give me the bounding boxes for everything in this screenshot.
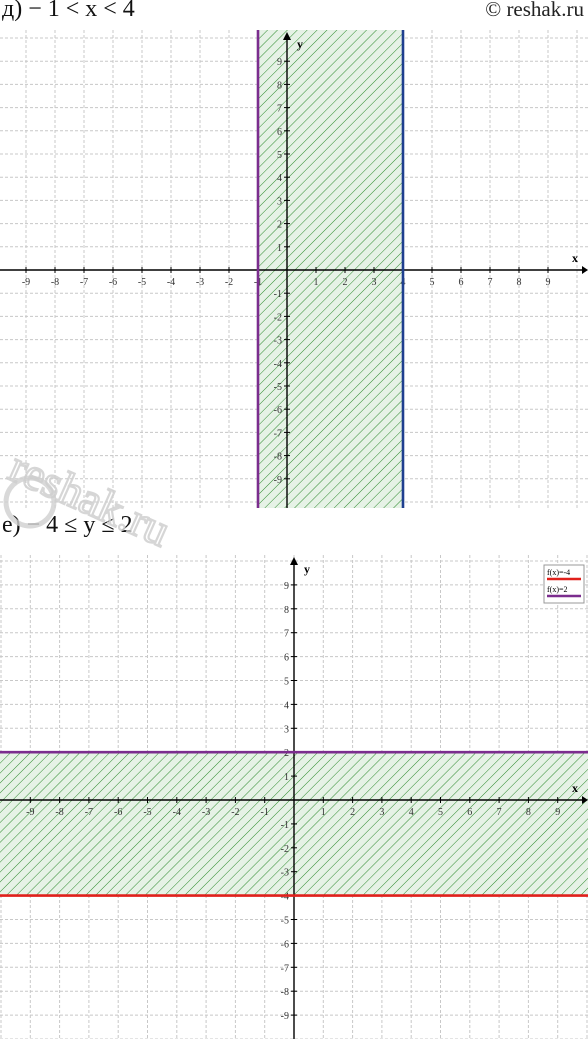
y-tick-label: 4 [284, 700, 289, 711]
y-tick-label: 5 [284, 677, 289, 688]
y-tick-label: -6 [274, 405, 282, 416]
x-tick-label: 3 [372, 277, 377, 288]
y-tick-label: 9 [277, 57, 282, 68]
plot-e: x y -9 -8 -7 -6 -5 -4 -3 -2 -1 1 2 3 4 5 6 7 8 9 9 8 7 6 5 4 3 2 1 -1… [0, 555, 588, 1039]
y-tick-label: 3 [284, 724, 289, 735]
x-tick-label: 1 [314, 277, 319, 288]
y-tick-label: 8 [277, 80, 282, 91]
y-tick-label: 3 [277, 196, 282, 207]
x-axis-label: x [572, 781, 578, 795]
y-tick-label: -5 [281, 916, 289, 927]
x-tick-label: -3 [196, 277, 204, 288]
y-tick-label: -8 [274, 452, 282, 463]
legend-label: f(x)=-4 [547, 568, 570, 577]
x-tick-label: 2 [350, 807, 355, 818]
x-tick-label: 8 [526, 807, 531, 818]
caption-d: д) − 1 < x < 4 [2, 0, 135, 22]
x-tick-label: 5 [430, 277, 435, 288]
y-tick-label: -9 [281, 1011, 289, 1022]
y-tick-label: -3 [281, 868, 289, 879]
x-tick-label: -5 [143, 807, 151, 818]
watermark: reshak.ru [1, 440, 179, 557]
copyright-text: © reshak.ru [485, 0, 584, 21]
x-tick-label: 7 [497, 807, 502, 818]
x-tick-label: -5 [138, 277, 146, 288]
y-tick-label: 7 [277, 104, 282, 115]
y-tick-label: 9 [284, 581, 289, 592]
x-tick-label: -8 [51, 277, 59, 288]
x-axis-label: x [572, 251, 578, 265]
x-tick-label: 7 [488, 277, 493, 288]
legend: f(x)=-4 f(x)=2 [543, 564, 585, 604]
y-tick-label: -1 [281, 820, 289, 831]
y-tick-label: -7 [274, 428, 282, 439]
y-tick-label: -8 [281, 987, 289, 998]
x-tick-label: -1 [261, 807, 269, 818]
y-tick-label: -2 [281, 844, 289, 855]
y-tick-label: -7 [281, 963, 289, 974]
y-tick-label: 1 [277, 243, 282, 254]
legend-label: f(x)=2 [547, 585, 568, 594]
y-tick-label: -9 [274, 475, 282, 486]
x-tick-label: -9 [26, 807, 34, 818]
y-tick-label: 2 [284, 748, 289, 759]
x-tick-label: 2 [343, 277, 348, 288]
x-tick-label: -4 [167, 277, 175, 288]
y-tick-label: 7 [284, 629, 289, 640]
y-tick-label: -5 [274, 382, 282, 393]
y-tick-label: 2 [277, 220, 282, 231]
y-tick-label: -3 [274, 336, 282, 347]
x-tick-label: 6 [467, 807, 472, 818]
x-tick-label: -3 [202, 807, 210, 818]
y-tick-label: 1 [284, 772, 289, 783]
watermark-text: reshak.ru [2, 441, 178, 557]
x-tick-label: -4 [173, 807, 181, 818]
x-axis-arrow [582, 266, 588, 274]
y-tick-label: 6 [277, 127, 282, 138]
y-tick-label: -1 [274, 289, 282, 300]
x-tick-label: -9 [22, 277, 30, 288]
y-tick-label: 8 [284, 605, 289, 616]
x-tick-label: 8 [517, 277, 522, 288]
y-tick-label: -2 [274, 312, 282, 323]
x-tick-label: -6 [109, 277, 117, 288]
x-tick-label: -6 [114, 807, 122, 818]
x-tick-label: 9 [546, 277, 551, 288]
x-tick-label: -2 [225, 277, 233, 288]
x-tick-label: 6 [459, 277, 464, 288]
x-tick-label: -7 [80, 277, 88, 288]
x-tick-label: -7 [85, 807, 93, 818]
x-tick-label: -8 [55, 807, 63, 818]
y-axis-label: y [304, 562, 310, 576]
x-tick-label: 9 [555, 807, 560, 818]
x-tick-label: 5 [438, 807, 443, 818]
x-tick-label: -2 [231, 807, 239, 818]
y-tick-label: -4 [274, 359, 282, 370]
y-tick-label: -6 [281, 939, 289, 950]
x-tick-label: 1 [321, 807, 326, 818]
plot-d: xy-9-8-7-6-5-4-3-2-1123456789987654321-1… [0, 30, 588, 508]
y-tick-label: 6 [284, 653, 289, 664]
x-tick-label: 3 [379, 807, 384, 818]
y-tick-label: -4 [281, 892, 289, 903]
y-tick-label: 5 [277, 150, 282, 161]
y-tick-label: 4 [277, 173, 282, 184]
y-axis-label: y [297, 37, 303, 51]
x-tick-label: 4 [409, 807, 414, 818]
